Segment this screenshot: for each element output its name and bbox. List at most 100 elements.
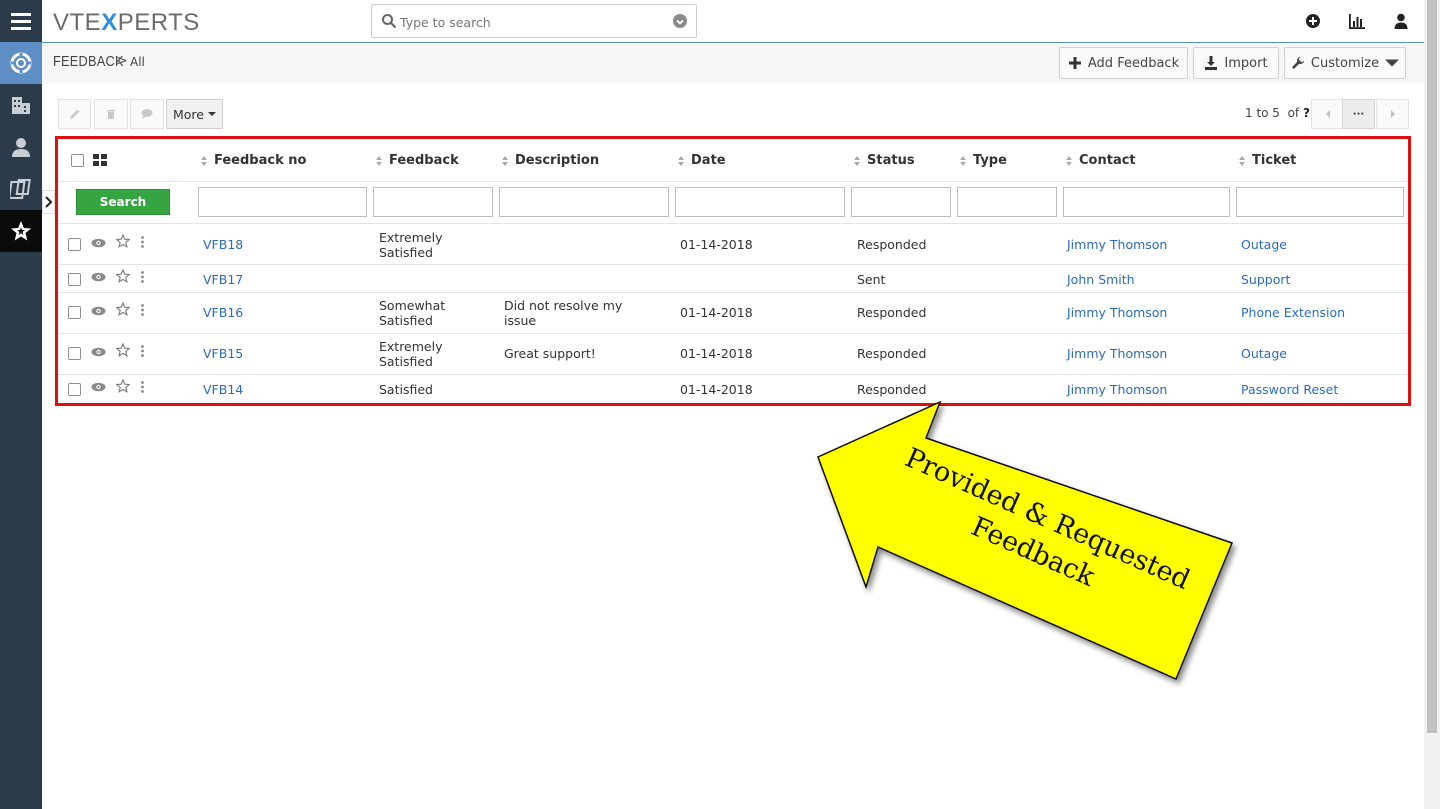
eye-icon[interactable] (91, 306, 106, 316)
quick-create-plus-icon[interactable] (1304, 12, 1322, 30)
pagination-info: 1 to 5 of ? (1245, 106, 1310, 120)
ticket-link[interactable]: Outage (1241, 237, 1287, 252)
more-vertical-icon[interactable] (141, 381, 144, 393)
filter-feedback-input[interactable] (373, 187, 493, 217)
star-icon[interactable] (116, 379, 130, 393)
row-checkbox[interactable] (68, 306, 81, 319)
more-vertical-icon[interactable] (141, 271, 144, 283)
pager-total[interactable]: ? (1303, 106, 1310, 120)
previous-page-button[interactable] (1311, 99, 1344, 129)
support-lifebuoy-icon[interactable] (0, 42, 42, 84)
organizations-building-icon[interactable] (0, 84, 42, 126)
pencil-icon (69, 109, 79, 119)
feedback-no-link[interactable]: VFB17 (203, 272, 243, 287)
feedback-no-link[interactable]: VFB18 (203, 237, 243, 252)
search-button[interactable]: Search (76, 189, 170, 215)
comment-button[interactable] (130, 99, 164, 129)
filter-date-input[interactable] (675, 187, 845, 217)
search-input[interactable] (400, 11, 665, 33)
filter-type-input[interactable] (957, 187, 1057, 217)
table-row[interactable]: VFB15 Extremely Satisfied Great support! … (56, 334, 1410, 375)
date-value: 01-14-2018 (680, 346, 753, 361)
ticket-link[interactable]: Support (1241, 272, 1290, 287)
delete-button[interactable] (94, 99, 128, 129)
feedback-line-1: Satisfied (379, 382, 433, 397)
filter-ticket-input[interactable] (1236, 187, 1404, 217)
row-checkbox[interactable] (68, 238, 81, 251)
filter-description-input[interactable] (499, 187, 669, 217)
contact-link[interactable]: Jimmy Thomson (1067, 382, 1167, 397)
table-row[interactable]: VFB17 Sent John Smith Support (56, 265, 1410, 293)
feedback-line-2: Satisfied (379, 245, 433, 260)
feedback-no-link[interactable]: VFB14 (203, 382, 243, 397)
table-row[interactable]: VFB18 Extremely Satisfied 01-14-2018 Resp… (56, 224, 1410, 265)
more-actions-button[interactable]: More (166, 99, 223, 129)
vertical-scrollbar[interactable] (1424, 0, 1440, 809)
scrollbar-thumb[interactable] (1427, 0, 1437, 733)
filter-feedback-no-input[interactable] (198, 187, 367, 217)
breadcrumb-separator: > (116, 53, 128, 69)
eye-icon[interactable] (91, 238, 106, 248)
star-icon[interactable] (116, 302, 130, 316)
table-row[interactable]: VFB14 Satisfied 01-14-2018 Responded Jim… (56, 375, 1410, 404)
edit-button[interactable] (58, 99, 91, 129)
table-row[interactable]: VFB16 Somewhat Satisfied Did not resolve … (56, 293, 1410, 334)
vtexperts-logo[interactable]: VTEXPERTS (53, 9, 200, 37)
contact-link[interactable]: Jimmy Thomson (1067, 346, 1167, 361)
select-all-checkbox[interactable] (71, 154, 84, 167)
search-options-chevron-icon[interactable] (673, 14, 687, 28)
sort-icon (960, 155, 966, 166)
ticket-link[interactable]: Password Reset (1241, 382, 1338, 397)
row-checkbox[interactable] (68, 347, 81, 360)
next-page-button[interactable] (1376, 99, 1409, 129)
page-jump-menu-button[interactable]: ··· (1342, 99, 1375, 129)
more-vertical-icon[interactable] (141, 236, 144, 248)
contact-link[interactable]: Jimmy Thomson (1067, 305, 1167, 320)
customize-button[interactable]: Customize (1284, 47, 1406, 79)
row-checkbox[interactable] (68, 383, 81, 396)
breadcrumb-view[interactable]: All (130, 55, 145, 69)
star-icon[interactable] (116, 269, 130, 283)
expand-panel-chevron-icon[interactable] (42, 190, 55, 214)
feedback-no-link[interactable]: VFB16 (203, 305, 243, 320)
column-label: Description (515, 153, 600, 168)
eye-icon[interactable] (91, 272, 106, 282)
column-header-feedback[interactable]: Feedback (375, 153, 459, 168)
column-header-ticket[interactable]: Ticket (1238, 153, 1296, 168)
column-header-description[interactable]: Description (501, 153, 599, 168)
ticket-link[interactable]: Outage (1241, 346, 1287, 361)
filter-contact-input[interactable] (1063, 187, 1230, 217)
eye-icon[interactable] (91, 382, 106, 392)
add-feedback-button[interactable]: Add Feedback (1059, 47, 1188, 79)
feedback-no-link[interactable]: VFB15 (203, 346, 243, 361)
import-button[interactable]: Import (1193, 47, 1279, 79)
menu-icon[interactable] (0, 0, 42, 42)
search-icon (382, 14, 397, 29)
sort-icon (1066, 155, 1072, 166)
ticket-link[interactable]: Phone Extension (1241, 305, 1345, 320)
column-header-status[interactable]: Status (853, 153, 915, 168)
star-icon[interactable] (116, 234, 130, 248)
column-header-feedback-no[interactable]: Feedback no (200, 153, 306, 168)
contacts-person-icon[interactable] (0, 126, 42, 168)
column-layout-grid-icon[interactable] (93, 154, 107, 166)
user-profile-icon[interactable] (1392, 12, 1410, 30)
reports-chart-icon[interactable] (1348, 12, 1366, 30)
contact-link[interactable]: John Smith (1067, 272, 1135, 287)
column-header-type[interactable]: Type (959, 153, 1007, 168)
column-header-date[interactable]: Date (677, 153, 726, 168)
column-header-contact[interactable]: Contact (1065, 153, 1136, 168)
status-value: Responded (857, 237, 927, 252)
more-vertical-icon[interactable] (141, 304, 144, 316)
row-checkbox[interactable] (68, 273, 81, 286)
feedback-star-icon[interactable] (0, 210, 42, 252)
breadcrumb-module[interactable]: FEEDBACK (53, 53, 124, 70)
more-vertical-icon[interactable] (141, 345, 144, 357)
tickets-icon[interactable] (0, 168, 42, 210)
contact-link[interactable]: Jimmy Thomson (1067, 237, 1167, 252)
sort-icon (1239, 155, 1245, 166)
eye-icon[interactable] (91, 347, 106, 357)
feedback-value: Satisfied (379, 382, 433, 397)
filter-status-input[interactable] (851, 187, 951, 217)
star-icon[interactable] (116, 343, 130, 357)
